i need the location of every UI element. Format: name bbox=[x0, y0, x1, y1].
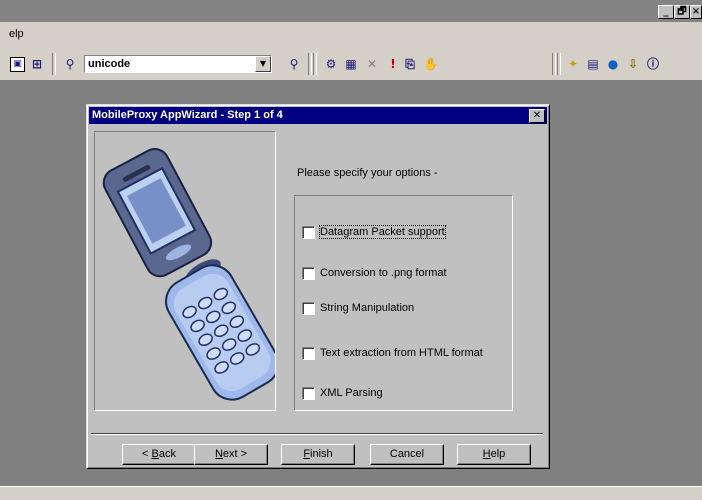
execute-icon[interactable]: ! bbox=[385, 56, 401, 72]
app-title-bar: _ 🗗 × bbox=[0, 0, 702, 22]
checkbox-datagram-packet[interactable] bbox=[302, 226, 315, 239]
button-separator bbox=[91, 433, 543, 435]
dialog-close-button[interactable]: ✕ bbox=[529, 109, 545, 123]
mobile-phone-image bbox=[102, 148, 275, 401]
stop-build-icon[interactable]: ✕ bbox=[364, 56, 380, 72]
options-group: Datagram Packet support Conversion to .p… bbox=[294, 195, 513, 411]
back-button-mnemonic: B bbox=[151, 448, 159, 460]
toolbar-separator bbox=[308, 53, 312, 75]
build-icon[interactable]: ▦ bbox=[343, 56, 359, 72]
search-combo-value: unicode bbox=[88, 58, 131, 70]
checkbox-html-text-extraction[interactable] bbox=[302, 347, 315, 360]
phone-illustration-frame bbox=[94, 131, 276, 411]
cancel-button[interactable]: Cancel bbox=[370, 444, 444, 465]
breakpoint-hand-icon[interactable]: ✋ bbox=[423, 56, 439, 72]
search-combo-dropdown-button[interactable]: ▼ bbox=[255, 56, 271, 72]
back-button[interactable]: < Back bbox=[122, 444, 196, 465]
next-button-rest: ext > bbox=[222, 448, 248, 460]
menu-bar: Help bbox=[0, 22, 702, 47]
checkbox-string-manipulation[interactable] bbox=[302, 302, 315, 315]
back-button-prefix: < bbox=[142, 448, 152, 460]
next-button[interactable]: Next > bbox=[194, 444, 268, 465]
next-button-mnemonic: N bbox=[214, 448, 223, 460]
toolbar-separator bbox=[52, 53, 56, 75]
globe-icon[interactable]: ● bbox=[605, 56, 621, 72]
finish-button[interactable]: Finish bbox=[281, 444, 355, 465]
help-button[interactable]: Help bbox=[457, 444, 531, 465]
toolbar-separator bbox=[552, 53, 556, 75]
find-in-files-icon[interactable]: ⚲ bbox=[286, 56, 302, 72]
layout-icon[interactable]: ⊞ bbox=[29, 56, 45, 72]
find-binoculars-icon[interactable]: ⚲ bbox=[62, 56, 78, 72]
dialog-title-bar: MobileProxy AppWizard - Step 1 of 4 ✕ bbox=[89, 107, 547, 124]
finish-button-rest: inish bbox=[310, 448, 333, 460]
restore-button[interactable]: 🗗 bbox=[674, 5, 690, 19]
menu-help[interactable]: Help bbox=[4, 28, 24, 40]
toolbar-separator bbox=[557, 53, 561, 75]
search-combo[interactable]: unicode ▼ bbox=[84, 55, 272, 73]
minimize-button[interactable]: _ bbox=[658, 5, 674, 19]
option-label: XML Parsing bbox=[320, 387, 383, 399]
lightbulb-icon[interactable]: ✦ bbox=[565, 56, 581, 72]
back-button-rest: ack bbox=[158, 448, 176, 460]
info-icon[interactable]: ⓘ bbox=[645, 56, 661, 72]
go-icon[interactable]: ⎘ bbox=[402, 56, 418, 72]
toolbar-separator bbox=[313, 53, 317, 75]
status-bar bbox=[0, 486, 702, 500]
option-label: String Manipulation bbox=[320, 302, 415, 314]
options-prompt: Please specify your options - bbox=[297, 167, 438, 179]
export-icon[interactable]: ⇩ bbox=[625, 56, 641, 72]
checkbox-png-conversion[interactable] bbox=[302, 267, 315, 280]
checkbox-xml-parsing[interactable] bbox=[302, 387, 315, 400]
compile-icon[interactable]: ⚙ bbox=[323, 56, 339, 72]
view-window-icon[interactable]: ▣ bbox=[10, 57, 25, 72]
film-icon[interactable]: ▤ bbox=[585, 56, 601, 72]
menu-help-label: elp bbox=[8, 28, 24, 40]
option-label: Conversion to .png format bbox=[320, 267, 447, 279]
help-button-mnemonic: H bbox=[482, 448, 491, 460]
help-button-rest: elp bbox=[490, 448, 506, 460]
option-label: Text extraction from HTML format bbox=[320, 347, 483, 359]
close-window-button[interactable]: × bbox=[690, 5, 702, 19]
wizard-dialog: MobileProxy AppWizard - Step 1 of 4 ✕ Pl… bbox=[86, 104, 550, 469]
option-label: Datagram Packet support bbox=[319, 225, 446, 239]
dialog-title: MobileProxy AppWizard - Step 1 of 4 bbox=[92, 109, 283, 121]
toolbar: ▣ ⊞ ⚲ unicode ▼ ⚲ ⚙ ▦ ✕ ! ⎘ ✋ ✦ ▤ ● ⇩ ⓘ bbox=[0, 47, 702, 81]
